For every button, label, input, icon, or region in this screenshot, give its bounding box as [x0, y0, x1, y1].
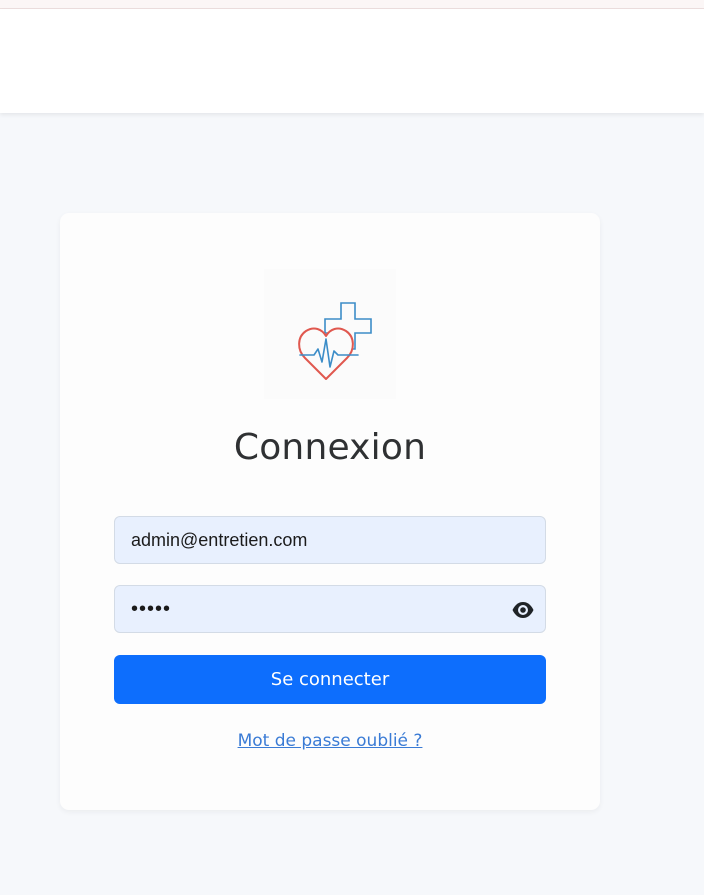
- email-input[interactable]: [115, 517, 545, 563]
- eye-icon[interactable]: [511, 599, 535, 621]
- browser-top-strip: [0, 0, 704, 9]
- email-field[interactable]: [114, 516, 546, 564]
- app-logo: [264, 269, 396, 399]
- page-header: [0, 9, 704, 113]
- login-card: Connexion Se connecter Mot de passe oubl…: [60, 213, 600, 810]
- password-field[interactable]: [114, 585, 546, 633]
- page-title: Connexion: [233, 427, 427, 468]
- forgot-password-link[interactable]: Mot de passe oublié ?: [60, 731, 600, 751]
- password-input[interactable]: [115, 586, 545, 632]
- heart-cross-pulse-icon: [298, 302, 372, 380]
- login-button[interactable]: Se connecter: [114, 655, 546, 704]
